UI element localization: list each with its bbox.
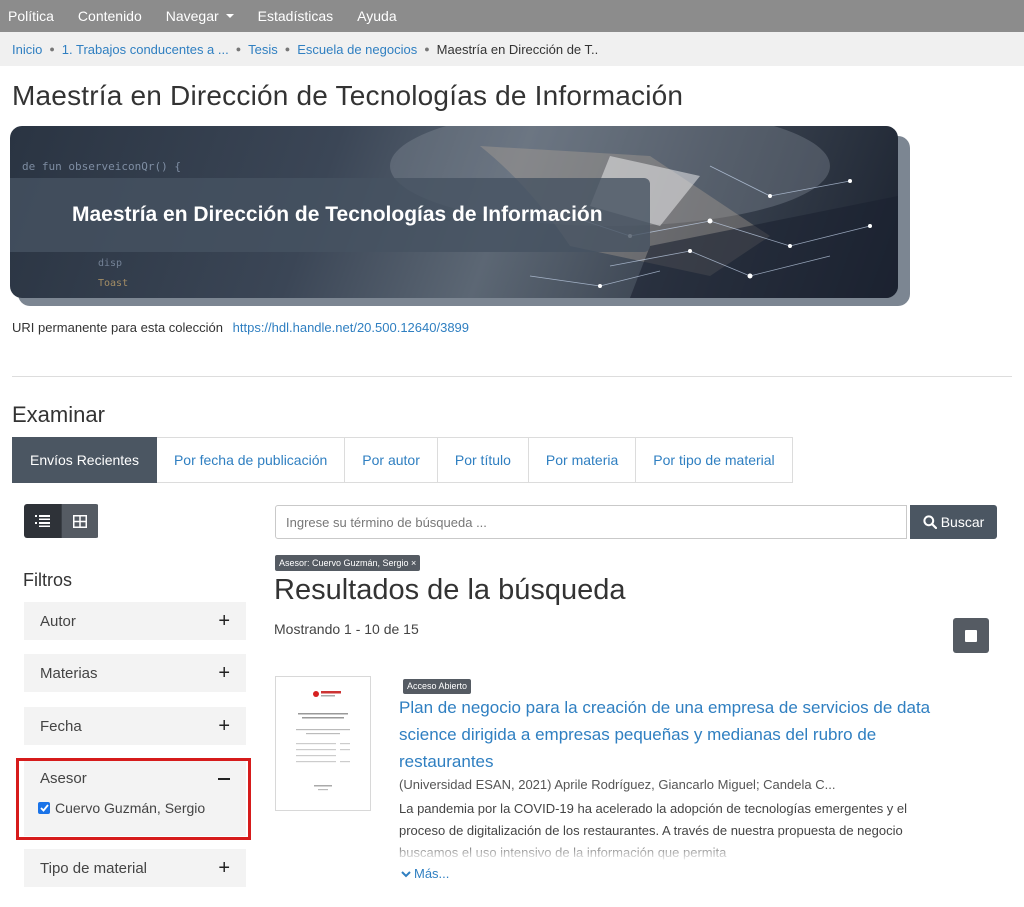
result-title-link[interactable]: Plan de negocio para la creación de una … bbox=[399, 694, 949, 775]
search-icon bbox=[923, 515, 937, 529]
breadcrumb-current: Maestría en Dirección de T.. bbox=[436, 41, 599, 57]
caret-down-icon bbox=[225, 14, 234, 19]
plus-icon: + bbox=[218, 662, 230, 684]
banner-code-line: Toast bbox=[98, 278, 129, 289]
meta-fade bbox=[830, 775, 900, 795]
nav-politica[interactable]: Política bbox=[0, 0, 66, 32]
list-view-button[interactable] bbox=[24, 504, 61, 538]
view-mode-toggle bbox=[24, 504, 99, 538]
search-input[interactable] bbox=[275, 505, 907, 539]
breadcrumb-separator: ● bbox=[424, 44, 430, 54]
tab-por-titulo[interactable]: Por título bbox=[437, 437, 529, 483]
nav-contenido[interactable]: Contenido bbox=[66, 0, 154, 32]
abstract-fade bbox=[399, 840, 929, 864]
section-divider bbox=[12, 376, 1012, 377]
chevron-down-icon bbox=[401, 871, 411, 878]
facet-materias[interactable]: Materias + bbox=[24, 654, 246, 692]
banner-code-line: disp bbox=[98, 258, 123, 269]
tab-por-materia[interactable]: Por materia bbox=[528, 437, 637, 483]
search-button-label: Buscar bbox=[940, 514, 985, 530]
plus-icon: + bbox=[218, 857, 230, 879]
settings-square-icon bbox=[965, 629, 977, 642]
breadcrumb-inicio[interactable]: Inicio bbox=[12, 42, 42, 57]
nav-estadisticas[interactable]: Estadísticas bbox=[246, 0, 345, 32]
top-navbar: Política Contenido Navegar Estadísticas … bbox=[0, 0, 1024, 32]
plus-icon: + bbox=[218, 715, 230, 737]
breadcrumb-trabajos[interactable]: 1. Trabajos conducentes a ... bbox=[62, 42, 229, 57]
facet-fecha[interactable]: Fecha + bbox=[24, 707, 246, 745]
breadcrumb-separator: ● bbox=[235, 44, 242, 54]
list-icon bbox=[35, 514, 50, 527]
tab-envios-recientes[interactable]: Envíos Recientes bbox=[12, 437, 157, 483]
facet-label: Materias bbox=[40, 664, 98, 682]
nav-navegar-label: Navegar bbox=[165, 8, 219, 24]
results-settings-button[interactable] bbox=[953, 618, 989, 653]
grid-view-button[interactable] bbox=[61, 504, 98, 538]
banner-label-text: Maestría en Dirección de Tecnologías de … bbox=[72, 203, 603, 226]
result-meta: (Universidad ESAN, 2021) Aprile Rodrígue… bbox=[399, 777, 836, 792]
breadcrumb-separator: ● bbox=[284, 44, 291, 54]
uri-link[interactable]: https://hdl.handle.net/20.500.12640/3899 bbox=[233, 320, 469, 335]
active-filter-badge[interactable]: Asesor: Cuervo Guzmán, Sergio × bbox=[275, 555, 421, 571]
facet-label: Fecha bbox=[40, 717, 82, 735]
tab-por-fecha[interactable]: Por fecha de publicación bbox=[156, 437, 346, 483]
more-link-label: Más... bbox=[414, 866, 450, 881]
breadcrumb-tesis[interactable]: Tesis bbox=[248, 42, 278, 57]
tab-por-autor[interactable]: Por autor bbox=[345, 437, 438, 483]
result-thumbnail[interactable] bbox=[275, 676, 371, 811]
breadcrumb-escuela[interactable]: Escuela de negocios bbox=[297, 42, 417, 57]
nav-navegar[interactable]: Navegar bbox=[154, 0, 246, 32]
breadcrumb: Inicio ● 1. Trabajos conducentes a ... ●… bbox=[0, 32, 1024, 66]
facet-label: Autor bbox=[40, 612, 76, 630]
permanent-uri: URI permanente para esta colección https… bbox=[12, 320, 469, 335]
document-thumbnail-graphic bbox=[296, 691, 350, 791]
plus-icon: + bbox=[218, 610, 230, 632]
tab-por-tipo[interactable]: Por tipo de material bbox=[636, 437, 793, 483]
banner-label: Maestría en Dirección de Tecnologías de … bbox=[10, 178, 650, 252]
highlight-box bbox=[16, 758, 251, 840]
results-title: Resultados de la búsqueda bbox=[274, 574, 626, 606]
results-count: Mostrando 1 - 10 de 15 bbox=[274, 621, 419, 637]
facet-autor[interactable]: Autor + bbox=[24, 602, 246, 640]
page-title: Maestría en Dirección de Tecnologías de … bbox=[12, 80, 684, 111]
filters-title: Filtros bbox=[23, 570, 72, 590]
browse-title: Examinar bbox=[12, 402, 105, 427]
collection-banner: de fun observeiconQr() { disp Toast Maes… bbox=[10, 126, 910, 306]
grid-icon bbox=[73, 514, 87, 528]
facet-label: Tipo de material bbox=[40, 859, 147, 877]
facet-tipo-material[interactable]: Tipo de material + bbox=[24, 849, 246, 887]
banner-code-line: de fun observeiconQr() { bbox=[22, 160, 181, 173]
browse-tabs: Envíos Recientes Por fecha de publicació… bbox=[12, 437, 793, 483]
uri-label: URI permanente para esta colección bbox=[12, 320, 224, 335]
nav-ayuda[interactable]: Ayuda bbox=[345, 0, 408, 32]
more-link[interactable]: Más... bbox=[401, 866, 449, 881]
search-button[interactable]: Buscar bbox=[910, 505, 997, 539]
access-badge: Acceso Abierto bbox=[403, 679, 472, 694]
breadcrumb-separator: ● bbox=[49, 44, 55, 54]
banner-image: de fun observeiconQr() { disp Toast Maes… bbox=[10, 126, 898, 298]
